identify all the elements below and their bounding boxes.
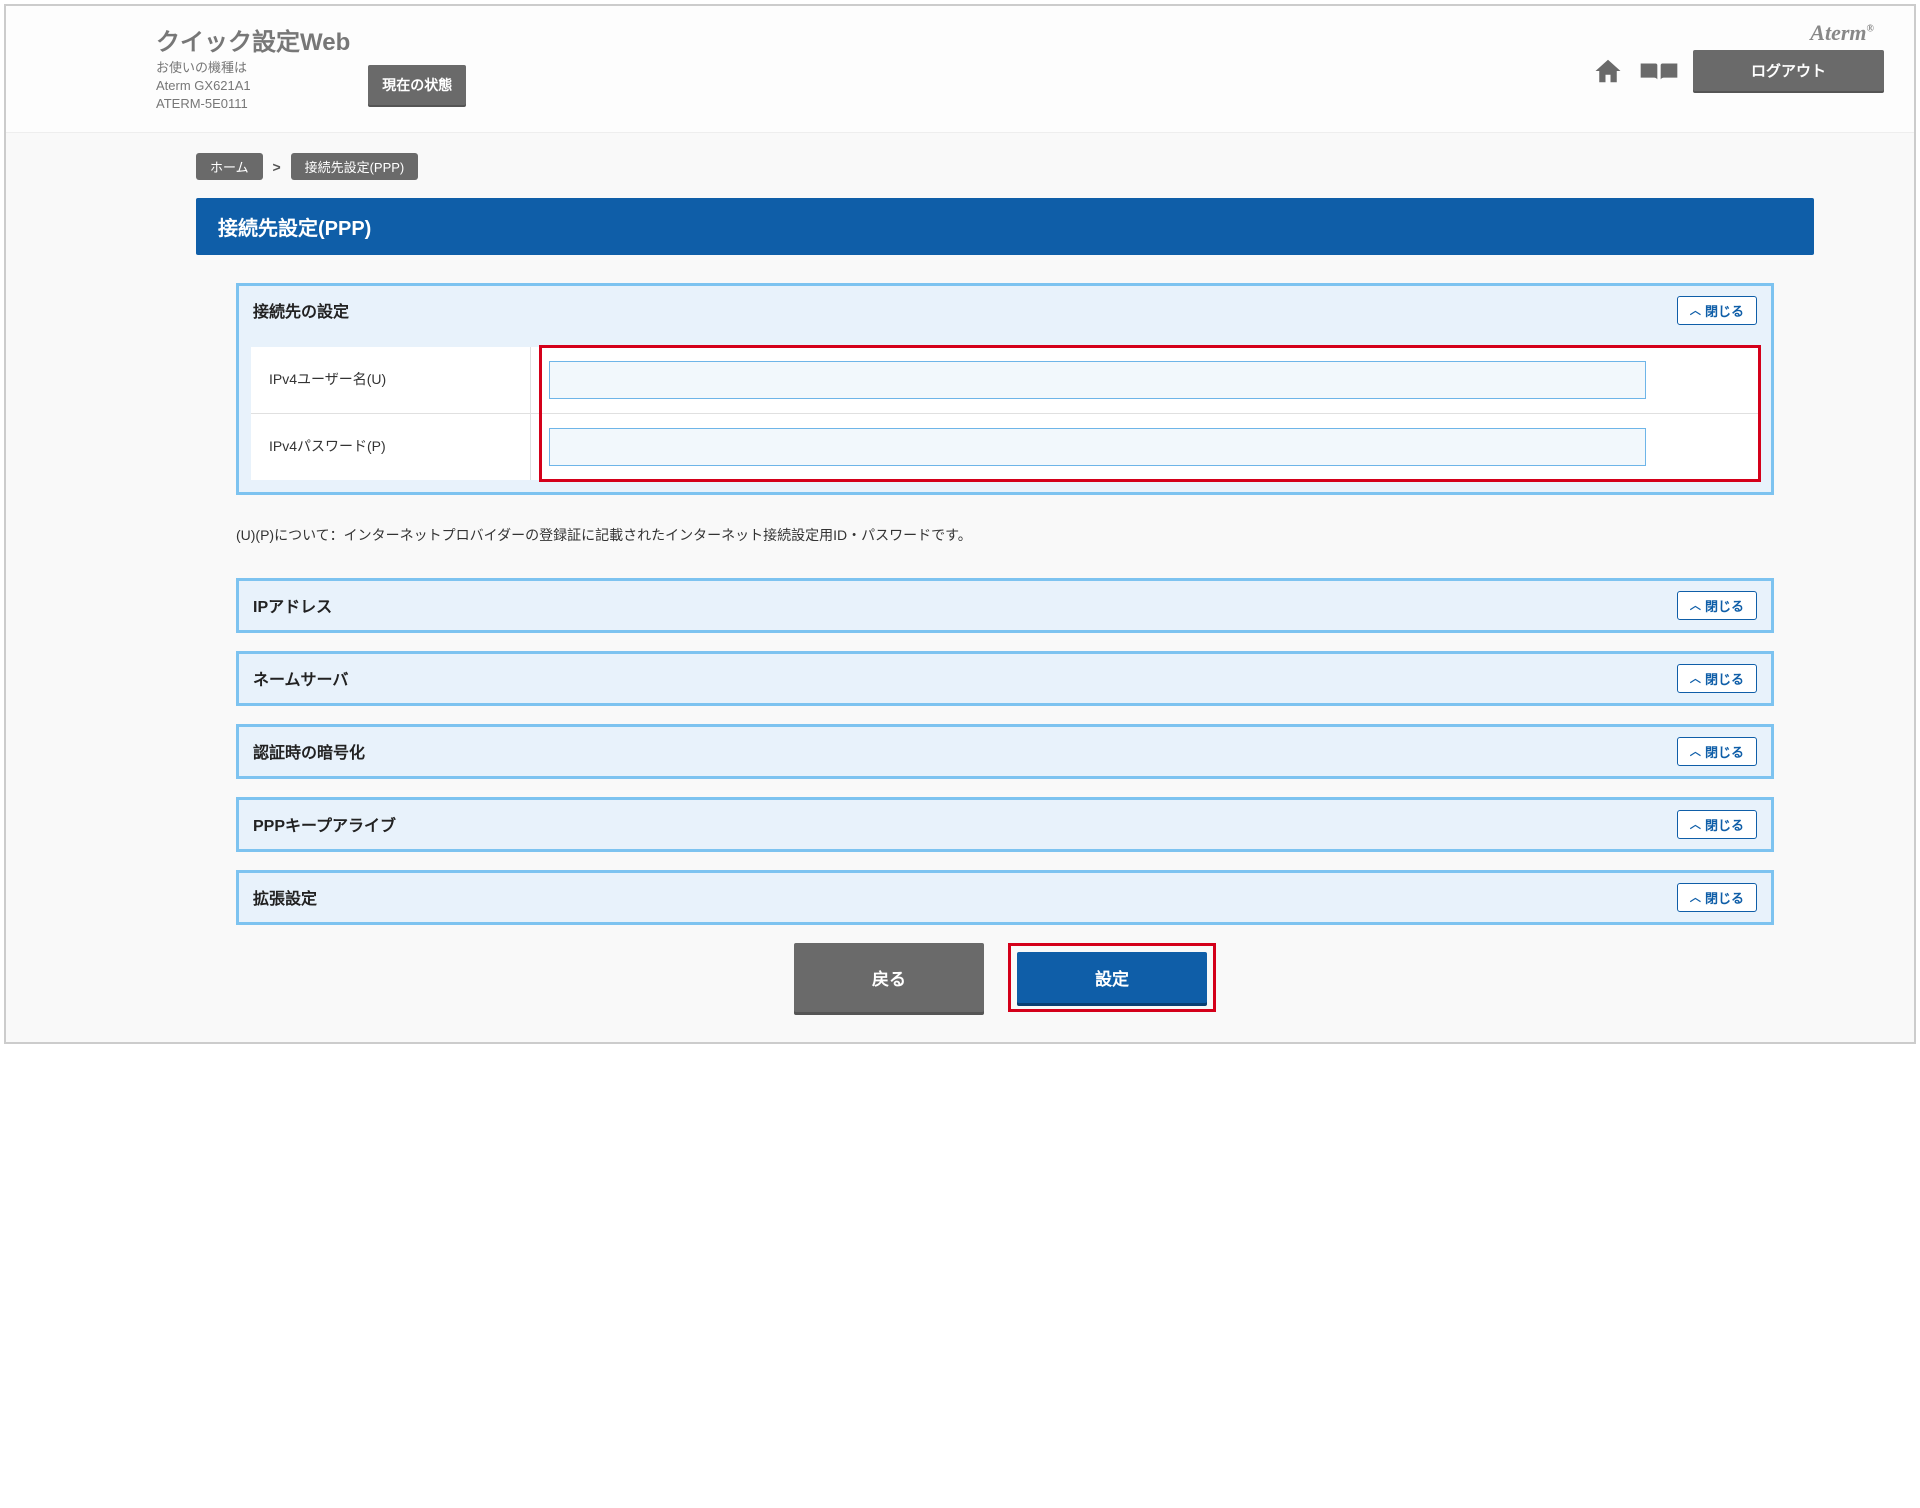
chevron-up-icon: 〈 — [1687, 305, 1703, 316]
status-button[interactable]: 現在の状態 — [368, 65, 466, 105]
chevron-up-icon: 〈 — [1687, 892, 1703, 903]
panel-nameserver-title: ネームサーバ — [253, 666, 348, 690]
panel-extended-title: 拡張設定 — [253, 885, 317, 909]
logout-button[interactable]: ログアウト — [1693, 50, 1884, 91]
brand-logo: Aterm® — [1810, 20, 1874, 46]
panel-auth-title: 認証時の暗号化 — [253, 739, 365, 763]
panel-extended: 拡張設定 〈閉じる — [236, 870, 1774, 925]
ipv4-pass-input[interactable] — [549, 428, 1646, 466]
chevron-up-icon: 〈 — [1687, 673, 1703, 684]
panel-keepalive: PPPキープアライブ 〈閉じる — [236, 797, 1774, 852]
breadcrumb: ホーム > 接続先設定(PPP) — [196, 153, 1814, 180]
panel-auth: 認証時の暗号化 〈閉じる — [236, 724, 1774, 779]
panel-ip-title: IPアドレス — [253, 593, 332, 617]
panel-connection-toggle[interactable]: 〈 閉じる — [1677, 296, 1757, 325]
panel-extended-toggle[interactable]: 〈閉じる — [1677, 883, 1757, 912]
panel-nameserver-toggle[interactable]: 〈閉じる — [1677, 664, 1757, 693]
panel-connection-title: 接続先の設定 — [253, 298, 349, 322]
ipv4-pass-label: IPv4パスワード(P) — [251, 414, 531, 480]
breadcrumb-current: 接続先設定(PPP) — [291, 153, 419, 180]
chevron-up-icon: 〈 — [1687, 600, 1703, 611]
panel-connection: 接続先の設定 〈 閉じる IPv4ユーザー名(U) IPv4パスワード(P) — [236, 283, 1774, 495]
panel-keepalive-title: PPPキープアライブ — [253, 812, 396, 836]
back-button[interactable]: 戻る — [794, 943, 984, 1012]
app-title: クイック設定Web — [156, 22, 350, 57]
device-id: ATERM-5E0111 — [156, 95, 350, 113]
breadcrumb-home[interactable]: ホーム — [196, 153, 263, 180]
submit-button[interactable]: 設定 — [1017, 952, 1207, 1003]
chevron-up-icon: 〈 — [1687, 819, 1703, 830]
header: クイック設定Web お使いの機種は Aterm GX621A1 ATERM-5E… — [6, 6, 1914, 133]
home-icon[interactable] — [1591, 56, 1625, 86]
manual-icon[interactable] — [1639, 56, 1679, 86]
ipv4-user-label: IPv4ユーザー名(U) — [251, 347, 531, 413]
panel-keepalive-toggle[interactable]: 〈閉じる — [1677, 810, 1757, 839]
panel-ip: IPアドレス 〈閉じる — [236, 578, 1774, 633]
device-caption: お使いの機種は — [156, 59, 350, 77]
panel-auth-toggle[interactable]: 〈閉じる — [1677, 737, 1757, 766]
highlight-submit: 設定 — [1008, 943, 1216, 1012]
credentials-note: (U)(P)について：インターネットプロバイダーの登録証に記載されたインターネッ… — [236, 523, 1774, 548]
chevron-up-icon: 〈 — [1687, 746, 1703, 757]
breadcrumb-separator: > — [273, 159, 281, 175]
panel-nameserver: ネームサーバ 〈閉じる — [236, 651, 1774, 706]
panel-ip-toggle[interactable]: 〈閉じる — [1677, 591, 1757, 620]
device-model: Aterm GX621A1 — [156, 77, 350, 95]
page-title: 接続先設定(PPP) — [196, 198, 1814, 255]
ipv4-user-input[interactable] — [549, 361, 1646, 399]
